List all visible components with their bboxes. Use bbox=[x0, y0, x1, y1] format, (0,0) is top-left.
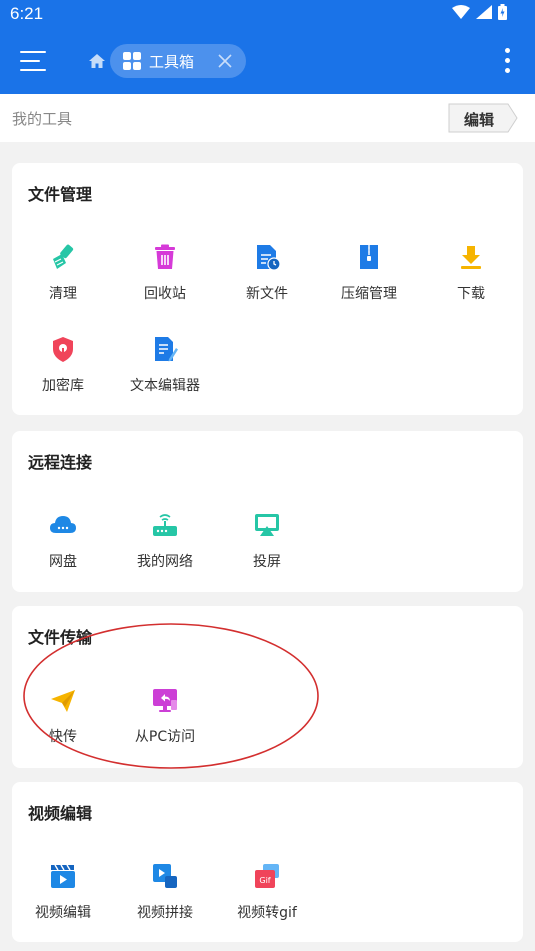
tool-my-network[interactable]: 我的网络 bbox=[114, 511, 216, 581]
section-file-transfer: 文件传输 快传 从PC访问 bbox=[12, 606, 523, 768]
tool-video-merge[interactable]: 视频拼接 bbox=[114, 862, 216, 932]
tool-label: 我的网络 bbox=[137, 554, 193, 570]
tool-label: 新文件 bbox=[246, 286, 288, 302]
menu-button[interactable] bbox=[20, 49, 46, 73]
tab-toolbox[interactable]: 工具箱 bbox=[110, 44, 246, 78]
tool-access-from-pc[interactable]: 从PC访问 bbox=[114, 686, 216, 756]
clapperboard-icon bbox=[51, 864, 75, 888]
tool-label: 加密库 bbox=[42, 378, 84, 394]
trash-icon bbox=[155, 244, 175, 269]
broom-icon bbox=[53, 244, 74, 269]
tool-quick-send[interactable]: 快传 bbox=[12, 686, 114, 756]
battery-icon bbox=[498, 4, 507, 20]
close-tab-icon[interactable] bbox=[218, 54, 232, 68]
video-merge-icon bbox=[153, 864, 177, 888]
signal-icon bbox=[476, 5, 492, 19]
tool-label: 快传 bbox=[49, 729, 77, 745]
tool-clean[interactable]: 清理 bbox=[12, 243, 114, 313]
new-file-icon bbox=[257, 245, 281, 271]
tool-compression[interactable]: 压缩管理 bbox=[318, 243, 420, 313]
tool-screen-cast[interactable]: 投屏 bbox=[216, 511, 318, 581]
text-editor-icon bbox=[155, 337, 178, 362]
tab-label: 工具箱 bbox=[149, 52, 195, 71]
tool-cloud-drive[interactable]: 网盘 bbox=[12, 511, 114, 581]
section-title: 文件传输 bbox=[28, 628, 93, 647]
more-options-button[interactable] bbox=[503, 48, 511, 74]
section-remote-connection: 远程连接 网盘 我的网络 投屏 bbox=[12, 431, 523, 592]
tool-new-file[interactable]: 新文件 bbox=[216, 243, 318, 313]
tool-label: 视频拼接 bbox=[137, 905, 193, 921]
gif-icon: Gif bbox=[255, 864, 279, 888]
tool-label: 投屏 bbox=[253, 554, 281, 570]
tool-label: 下载 bbox=[457, 286, 485, 302]
tool-label: 回收站 bbox=[144, 286, 186, 302]
paper-plane-icon bbox=[51, 690, 75, 712]
home-icon[interactable] bbox=[88, 53, 106, 69]
tool-label: 压缩管理 bbox=[341, 286, 397, 302]
tool-label: 网盘 bbox=[49, 554, 77, 570]
tool-video-edit[interactable]: 视频编辑 bbox=[12, 862, 114, 932]
download-icon bbox=[461, 246, 481, 269]
wifi-icon bbox=[452, 5, 470, 19]
tool-download[interactable]: 下载 bbox=[420, 243, 522, 313]
section-file-management: 文件管理 清理 回收站 新文件 压缩管理 下载 加密库 文本编辑器 bbox=[12, 163, 523, 415]
tool-label: 视频转gif bbox=[237, 905, 297, 921]
tool-label: 从PC访问 bbox=[134, 729, 196, 745]
cloud-icon bbox=[50, 516, 76, 533]
section-title: 文件管理 bbox=[28, 185, 93, 204]
app-bar: 6:21 工具箱 bbox=[0, 0, 535, 94]
tool-text-editor[interactable]: 文本编辑器 bbox=[114, 335, 216, 405]
pc-access-icon bbox=[153, 689, 177, 712]
tool-recycle-bin[interactable]: 回收站 bbox=[114, 243, 216, 313]
zip-icon bbox=[360, 245, 378, 269]
section-title: 远程连接 bbox=[28, 453, 93, 472]
tool-label: 清理 bbox=[49, 286, 77, 302]
tool-video-to-gif[interactable]: Gif 视频转gif bbox=[216, 862, 318, 932]
tool-label: 视频编辑 bbox=[35, 905, 91, 921]
lock-shield-icon bbox=[53, 337, 73, 362]
gif-badge-text: Gif bbox=[259, 876, 270, 885]
cast-icon bbox=[255, 514, 279, 536]
edit-button-label: 编辑 bbox=[463, 111, 494, 129]
tool-vault[interactable]: 加密库 bbox=[12, 335, 114, 405]
tool-label: 文本编辑器 bbox=[130, 378, 200, 394]
status-time: 6:21 bbox=[10, 4, 44, 23]
status-icons bbox=[452, 4, 507, 20]
section-video-editing: 视频编辑 视频编辑 视频拼接 Gif 视频转gif bbox=[12, 782, 523, 942]
edit-button[interactable]: 编辑 bbox=[448, 103, 518, 133]
grid-icon bbox=[123, 52, 141, 70]
section-title: 视频编辑 bbox=[28, 804, 93, 823]
router-icon bbox=[153, 514, 177, 536]
status-bar: 6:21 bbox=[0, 0, 535, 28]
my-tools-title: 我的工具 bbox=[12, 110, 73, 128]
